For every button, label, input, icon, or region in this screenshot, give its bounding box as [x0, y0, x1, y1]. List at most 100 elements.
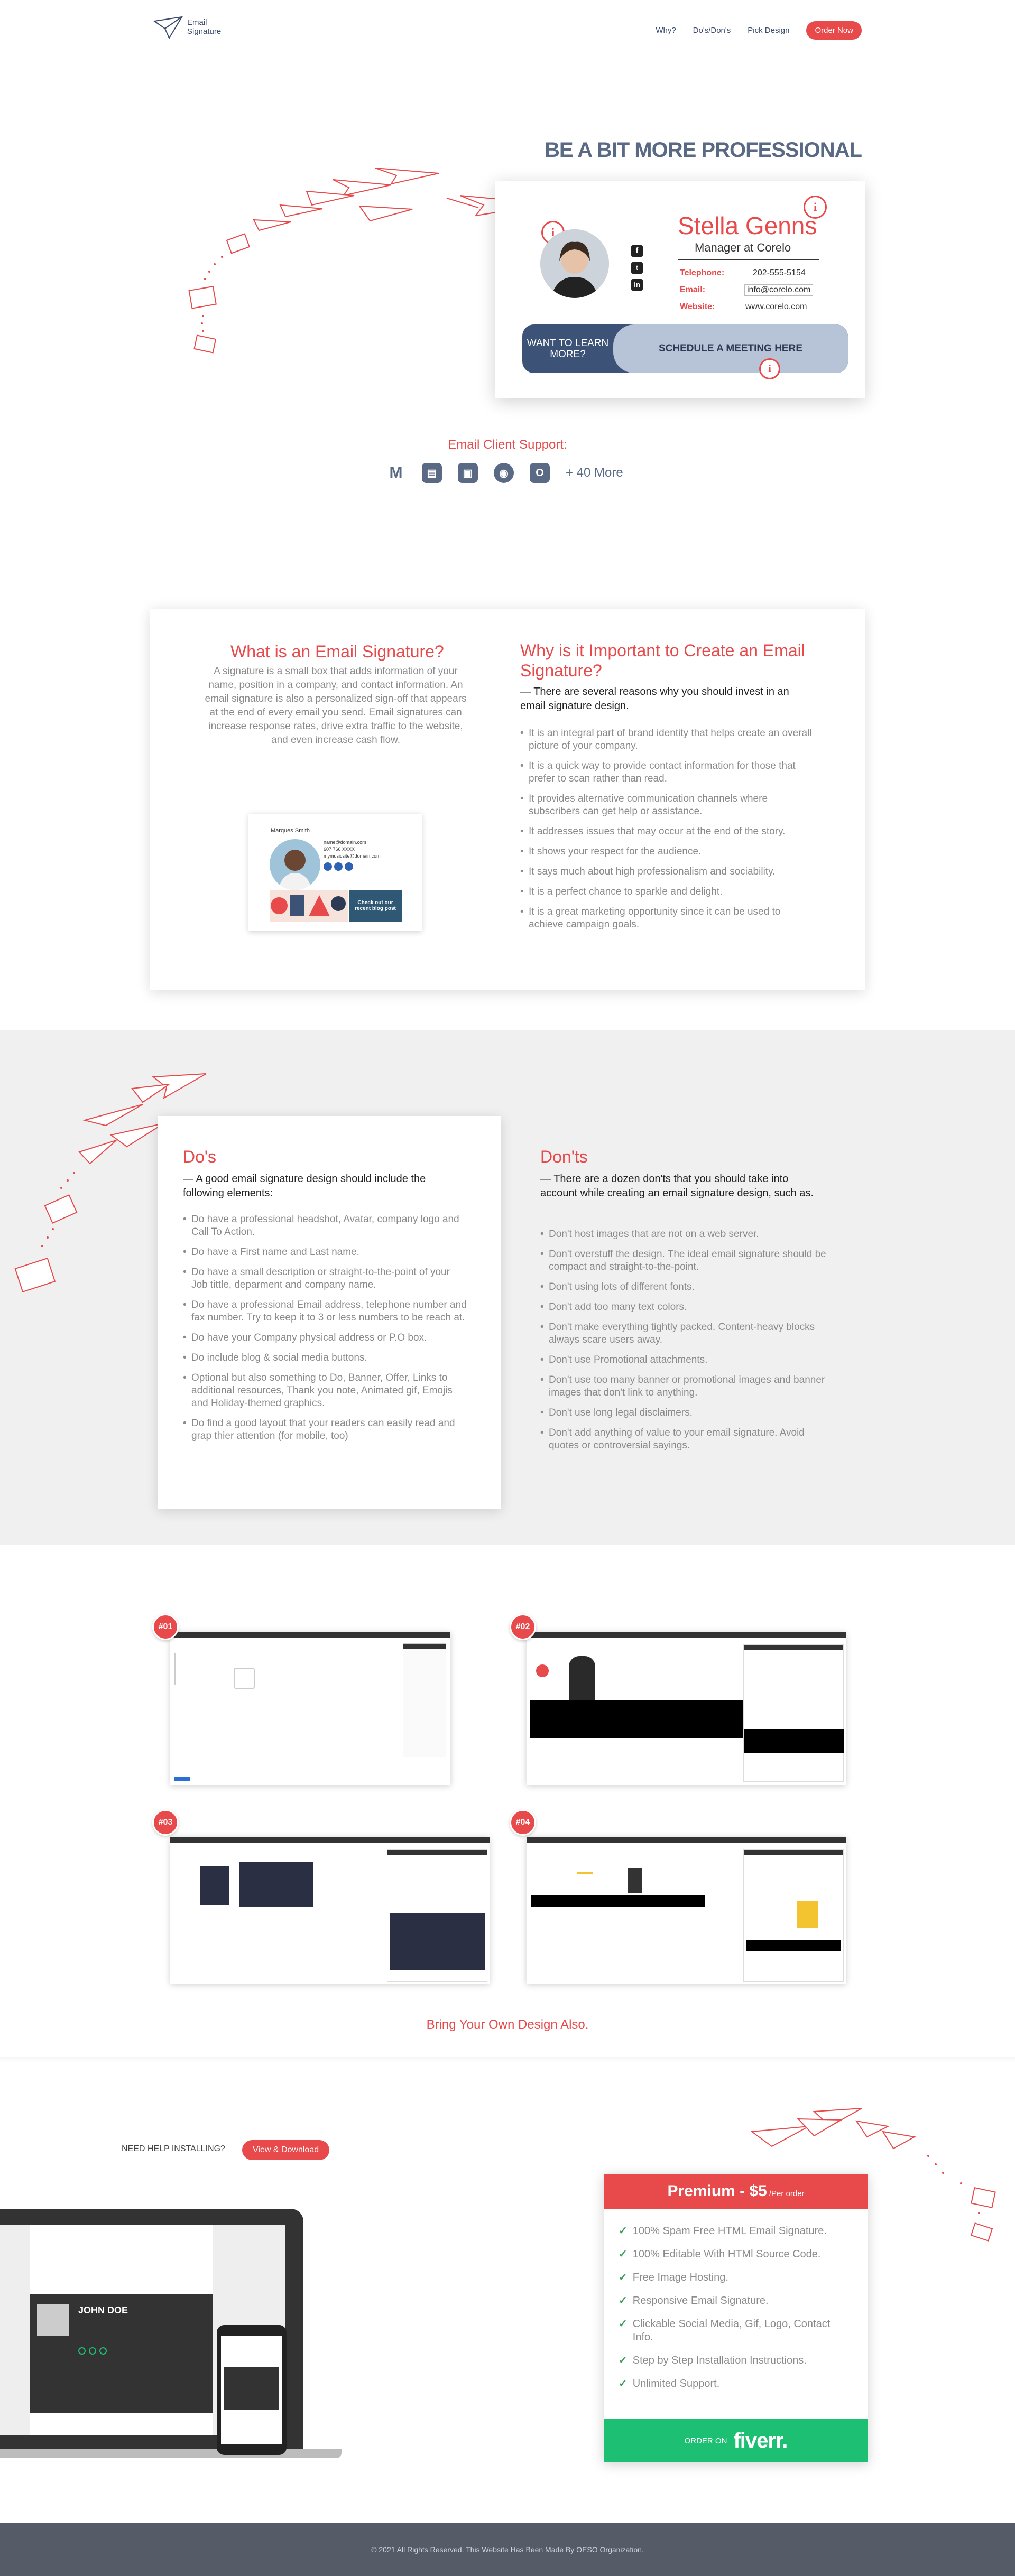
list-item: Don't make everything tightly packed. Co…	[540, 1321, 836, 1346]
paper-planes-decoration	[751, 2108, 996, 2242]
signature-name: Stella Genns	[678, 212, 817, 239]
view-download-button[interactable]: View & Download	[242, 2140, 330, 2160]
facebook-icon[interactable]: f	[631, 245, 643, 257]
list-item: Don't use long legal disclaimers.	[540, 1407, 836, 1419]
signature-preview-card: i i f t in Stella Genns Manager at Corel…	[495, 181, 865, 398]
donts-list: Don't host images that are not on a web …	[540, 1228, 836, 1452]
site-logo[interactable]: Email Signature	[153, 15, 221, 39]
design-number-badge: #01	[152, 1614, 179, 1640]
design-number-badge: #03	[152, 1809, 179, 1836]
order-now-button[interactable]: Order Now	[806, 21, 862, 40]
mini-name: Marques Smith	[271, 827, 310, 834]
mini-blog-cta[interactable]: Check out our recent blog post	[349, 890, 402, 922]
list-item: Do have your Company physical address or…	[183, 1332, 468, 1344]
want-more-text: WANT TO LEARN MORE?	[527, 338, 609, 360]
what-title: What is an Email Signature?	[230, 642, 444, 661]
list-item: Don't add anything of value to your emai…	[540, 1427, 836, 1452]
feature-item: ✓ Step by Step Installation Instructions.	[619, 2355, 807, 2366]
gmail-icon: M	[389, 464, 403, 481]
list-item: Do have a First name and Last name.	[183, 1246, 468, 1259]
list-item: It addresses issues that may occur at th…	[520, 825, 816, 838]
check-icon: ✓	[619, 2295, 628, 2307]
more-clients-text: + 40 More	[566, 466, 623, 480]
office365-icon: O	[530, 463, 550, 483]
list-item: It is an integral part of brand identity…	[520, 727, 816, 752]
list-item: It shows your respect for the audience.	[520, 845, 816, 858]
dos-intro: — A good email signature design should i…	[183, 1173, 426, 1199]
website-label: Website:	[680, 302, 715, 311]
donts-title: Don'ts	[540, 1147, 588, 1166]
mini-avatar	[270, 839, 320, 890]
laptop-signature-preview: JOHN DOE	[30, 2294, 213, 2413]
list-item: It is a great marketing opportunity sinc…	[520, 906, 816, 931]
paper-plane-logo-icon	[153, 16, 183, 39]
fiverr-logo: fiverr.	[733, 2429, 788, 2452]
list-item: Don't use too many banner or promotional…	[540, 1374, 836, 1399]
list-item: Don't using lots of different fonts.	[540, 1281, 836, 1294]
footer-text: © 2021 All Rights Reserved. This Website…	[371, 2545, 644, 2554]
client-support-title: Email Client Support:	[448, 438, 567, 452]
feature-item: ✓ Unlimited Support.	[619, 2378, 720, 2389]
list-item: It provides alternative communication ch…	[520, 793, 816, 818]
list-item: Do have a professional headshot, Avatar,…	[183, 1213, 468, 1239]
linkedin-icon[interactable]: in	[631, 279, 643, 291]
design-thumbnail-03[interactable]	[170, 1837, 490, 1984]
nav-pick-design[interactable]: Pick Design	[748, 26, 789, 35]
design-thumbnail-02[interactable]	[527, 1632, 846, 1785]
email-label: Email:	[680, 285, 706, 294]
feature-item: ✓ Clickable Social Media, Gif, Logo, Cont…	[619, 2318, 831, 2343]
list-item: Don't use Promotional attachments.	[540, 1354, 836, 1366]
feature-item: ✓ 100% Editable With HTMl Source Code.	[619, 2248, 821, 2260]
list-item: It is a quick way to provide contact inf…	[520, 760, 816, 785]
what-body: A signature is a small box that adds inf…	[205, 666, 467, 746]
why-list: It is an integral part of brand identity…	[520, 727, 816, 931]
cta-banner[interactable]: WANT TO LEARN MORE? SCHEDULE A MEETING H…	[522, 324, 848, 373]
list-item: It says much about high professionalism …	[520, 866, 816, 878]
check-icon: ✓	[619, 2355, 628, 2366]
mini-social-icons	[324, 862, 353, 871]
dos-title: Do's	[183, 1147, 217, 1166]
nav-why[interactable]: Why?	[656, 26, 676, 35]
list-item: Optional but also something to Do, Banne…	[183, 1372, 468, 1410]
check-icon: ✓	[619, 2225, 628, 2237]
top-nav: Why? Do's/Don's Pick Design Order Now	[656, 21, 862, 40]
apple-mail-icon: ▣	[458, 463, 478, 483]
design-number-badge: #04	[510, 1809, 536, 1836]
email-value[interactable]: info@corelo.com	[744, 284, 814, 296]
signature-role: Manager at Corelo	[695, 241, 791, 254]
list-item: It is a perfect chance to sparkle and de…	[520, 886, 816, 898]
mini-banner-graphic	[270, 890, 348, 922]
avatar	[540, 229, 609, 298]
mini-line: 607 766 XXXX	[324, 847, 355, 852]
dos-list: Do have a professional headshot, Avatar,…	[183, 1213, 468, 1443]
design-thumbnail-01[interactable]	[170, 1632, 450, 1785]
list-item: Do find a good layout that your readers …	[183, 1417, 468, 1443]
donts-intro: — There are a dozen don'ts that you shou…	[540, 1173, 814, 1199]
info-icon[interactable]: i	[759, 358, 780, 379]
client-icon-row: M ▤ ▣ ◉ O + 40 More	[386, 463, 623, 483]
telephone-label: Telephone:	[680, 268, 725, 277]
website-value[interactable]: www.corelo.com	[745, 302, 807, 312]
order-on-label: ORDER ON	[684, 2436, 727, 2445]
logo-line-2: Signature	[187, 27, 222, 36]
schedule-meeting-button[interactable]: SCHEDULE A MEETING HERE	[613, 324, 848, 373]
list-item: Don't overstuff the design. The ideal em…	[540, 1248, 836, 1273]
design-number-badge: #02	[510, 1614, 536, 1640]
nav-dos-donts[interactable]: Do's/Don's	[693, 26, 731, 35]
list-item: Do include blog & social media buttons.	[183, 1352, 468, 1364]
check-icon: ✓	[619, 2272, 628, 2283]
telephone-value: 202-555-5154	[753, 268, 806, 277]
feature-item: ✓ Responsive Email Signature.	[619, 2295, 769, 2307]
fiverr-order-button[interactable]: ORDER ON fiverr.	[604, 2419, 868, 2462]
divider	[678, 259, 819, 260]
list-item: Do have a small description or straight-…	[183, 1266, 468, 1291]
laptop-name: JOHN DOE	[78, 2305, 128, 2315]
design-thumbnail-04[interactable]	[527, 1837, 846, 1984]
list-item: Do have a professional Email address, te…	[183, 1299, 468, 1324]
why-intro: — There are several reasons why you shou…	[520, 686, 789, 712]
twitter-icon[interactable]: t	[631, 262, 643, 274]
check-icon: ✓	[619, 2318, 628, 2330]
logo-line-1: Email	[187, 18, 207, 27]
list-item: Don't host images that are not on a web …	[540, 1228, 836, 1241]
paper-planes-decoration	[188, 168, 550, 354]
